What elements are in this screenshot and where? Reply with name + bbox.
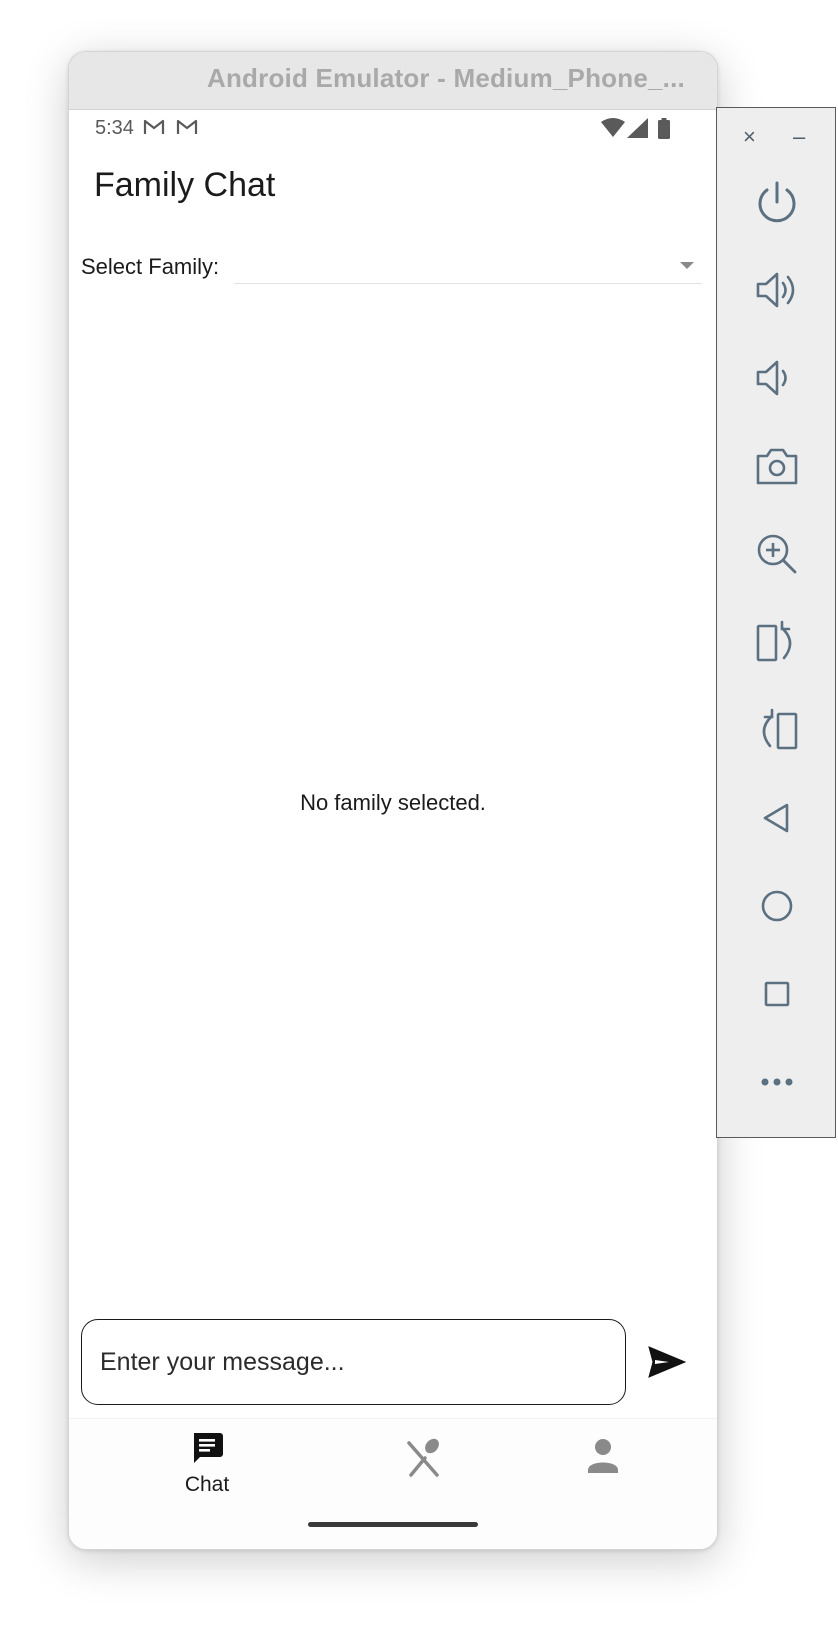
more-icon[interactable] <box>753 1058 801 1106</box>
window-title: Android Emulator - Medium_Phone_... <box>207 63 685 93</box>
gmail-icon <box>143 119 165 134</box>
person-icon <box>588 1439 618 1473</box>
rotate-left-icon[interactable] <box>753 618 801 666</box>
emulator-side-toolbar: × – <box>716 107 836 1138</box>
status-time: 5:34 <box>95 117 134 139</box>
gesture-home-bar[interactable] <box>308 1522 478 1527</box>
emulator-title-bar[interactable]: Android Emulator - Medium_Phone_... <box>69 52 717 110</box>
overview-icon[interactable] <box>753 970 801 1018</box>
status-bar: 5:34 <box>69 109 717 147</box>
close-icon[interactable]: × <box>743 126 756 148</box>
power-icon[interactable] <box>753 178 801 226</box>
emulator-window: Android Emulator - Medium_Phone_... 5:34… <box>68 51 718 1550</box>
family-dropdown[interactable] <box>234 250 702 284</box>
minimize-icon[interactable]: – <box>793 126 805 148</box>
back-icon[interactable] <box>753 794 801 842</box>
cell-signal-icon <box>627 118 648 138</box>
nav-tab-chat-label: Chat <box>184 1473 230 1496</box>
bottom-navigation: Chat <box>69 1418 717 1549</box>
nav-tab-profile[interactable] <box>583 1433 623 1481</box>
battery-icon <box>658 118 670 139</box>
zoom-in-icon[interactable] <box>753 530 801 578</box>
empty-state-message: No family selected. <box>300 790 486 815</box>
send-button[interactable] <box>647 1344 687 1380</box>
home-icon[interactable] <box>753 882 801 930</box>
gmail-icon <box>176 119 198 134</box>
wifi-icon <box>601 118 625 137</box>
dropdown-arrow-icon <box>680 262 694 269</box>
camera-icon[interactable] <box>753 442 801 490</box>
message-input[interactable] <box>81 1319 626 1405</box>
nav-tab-chat[interactable]: Chat <box>157 1425 257 1505</box>
family-select-label: Select Family: <box>81 254 220 279</box>
page-title: Family Chat <box>94 166 276 204</box>
restaurant-icon <box>407 1438 439 1477</box>
chat-icon <box>194 1433 223 1463</box>
rotate-right-icon[interactable] <box>753 706 801 754</box>
volume-down-icon[interactable] <box>753 354 801 402</box>
volume-up-icon[interactable] <box>753 266 801 314</box>
nav-tab-meals[interactable] <box>399 1433 447 1481</box>
